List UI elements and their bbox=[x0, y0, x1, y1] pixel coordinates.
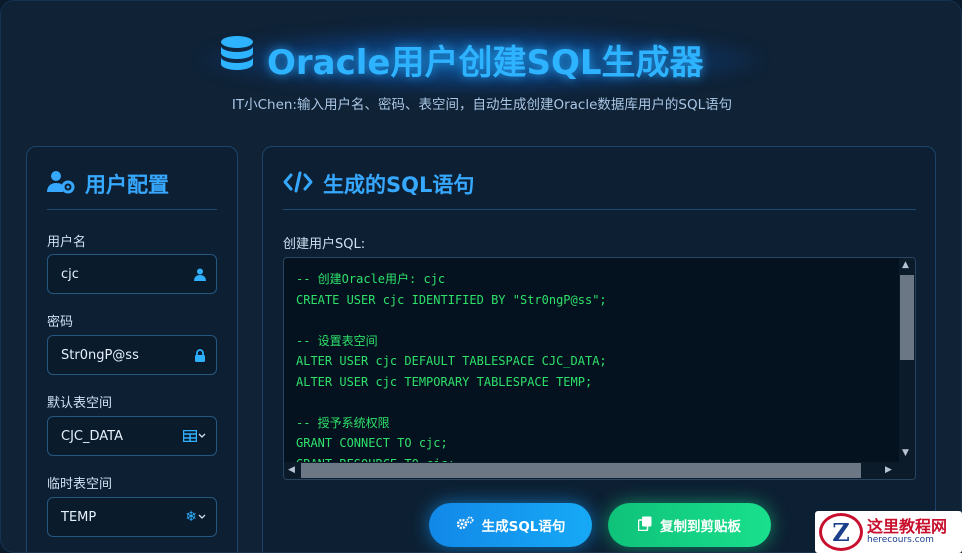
default-tablespace-select[interactable]: CJC_DATA bbox=[47, 416, 217, 456]
vertical-scroll-thumb[interactable] bbox=[900, 275, 914, 360]
sql-output-title: 生成的SQL语句 bbox=[323, 173, 475, 197]
scroll-up-arrow-icon[interactable]: ▲ bbox=[902, 260, 909, 270]
horizontal-scrollbar[interactable]: ◀ ▶ bbox=[284, 462, 915, 479]
select-icons: ❄ bbox=[185, 509, 206, 525]
temp-tablespace-label: 临时表空间 bbox=[47, 477, 113, 492]
table-icon bbox=[183, 430, 197, 442]
page-subtitle: IT小Chen:输入用户名、密码、表空间，自动生成创建Oracle数据库用户的S… bbox=[231, 97, 733, 113]
snowflake-icon: ❄ bbox=[185, 509, 197, 525]
username-field[interactable]: cjc bbox=[47, 254, 217, 294]
temp-tablespace-value: TEMP bbox=[61, 509, 97, 525]
scroll-left-arrow-icon[interactable]: ◀ bbox=[288, 465, 295, 475]
username-label: 用户名 bbox=[47, 235, 87, 250]
default-tablespace-label: 默认表空间 bbox=[47, 396, 113, 411]
page-title-text: Oracle用户创建SQL生成器 bbox=[267, 42, 704, 83]
user-gear-icon bbox=[47, 170, 75, 199]
password-value: Str0ngP@ss bbox=[61, 347, 139, 363]
watermark-badge: Z 这里教程网 herecours.com bbox=[815, 511, 962, 553]
divider bbox=[47, 209, 217, 210]
generate-sql-label: 生成SQL语句 bbox=[481, 519, 566, 535]
generate-sql-button[interactable]: 生成SQL语句 bbox=[429, 503, 592, 547]
password-label: 密码 bbox=[47, 315, 74, 330]
horizontal-scroll-thumb[interactable] bbox=[301, 463, 861, 478]
copy-to-clipboard-button[interactable]: 复制到剪贴板 bbox=[608, 503, 771, 547]
user-config-panel: 用户配置 用户名 cjc 密码 Str0ngP@ss 默认表空间 CJC_DAT… bbox=[26, 146, 238, 552]
lock-icon bbox=[194, 348, 206, 362]
sql-output-panel: 生成的SQL语句 创建用户SQL: -- 创建Oracle用户: cjc CRE… bbox=[262, 146, 936, 552]
sql-output-heading: 生成的SQL语句 bbox=[283, 169, 474, 199]
gears-icon bbox=[456, 516, 474, 534]
divider bbox=[283, 209, 916, 210]
scroll-down-arrow-icon[interactable]: ▼ bbox=[902, 448, 909, 458]
user-config-heading: 用户配置 bbox=[47, 169, 169, 199]
copy-to-clipboard-label: 复制到剪贴板 bbox=[660, 519, 741, 535]
watermark-domain: herecours.com bbox=[867, 534, 934, 545]
chevron-down-icon bbox=[198, 433, 206, 438]
page-title: Oracle用户创建SQL生成器 bbox=[219, 35, 704, 83]
watermark-text: 这里教程网 herecours.com bbox=[867, 516, 948, 545]
copy-icon bbox=[637, 516, 652, 535]
app-window: Oracle用户创建SQL生成器 IT小Chen:输入用户名、密码、表空间，自动… bbox=[0, 0, 962, 553]
code-icon bbox=[283, 171, 313, 198]
chevron-down-icon bbox=[198, 514, 206, 519]
password-field[interactable]: Str0ngP@ss bbox=[47, 335, 217, 375]
sql-code-area[interactable]: -- 创建Oracle用户: cjc CREATE USER cjc IDENT… bbox=[283, 257, 916, 480]
default-tablespace-value: CJC_DATA bbox=[61, 428, 123, 444]
create-sql-label: 创建用户SQL: bbox=[283, 237, 366, 252]
watermark-name: 这里教程网 bbox=[867, 516, 948, 536]
user-config-title: 用户配置 bbox=[85, 173, 169, 197]
username-value: cjc bbox=[61, 266, 79, 282]
watermark-logo: Z bbox=[819, 513, 863, 551]
temp-tablespace-select[interactable]: TEMP ❄ bbox=[47, 497, 217, 537]
scroll-right-arrow-icon[interactable]: ▶ bbox=[885, 465, 892, 475]
sql-code-text: -- 创建Oracle用户: cjc CREATE USER cjc IDENT… bbox=[296, 272, 607, 471]
database-icon bbox=[219, 35, 255, 84]
user-icon bbox=[194, 268, 206, 281]
select-icons bbox=[183, 430, 206, 442]
vertical-scrollbar[interactable]: ▲ ▼ bbox=[899, 258, 915, 463]
